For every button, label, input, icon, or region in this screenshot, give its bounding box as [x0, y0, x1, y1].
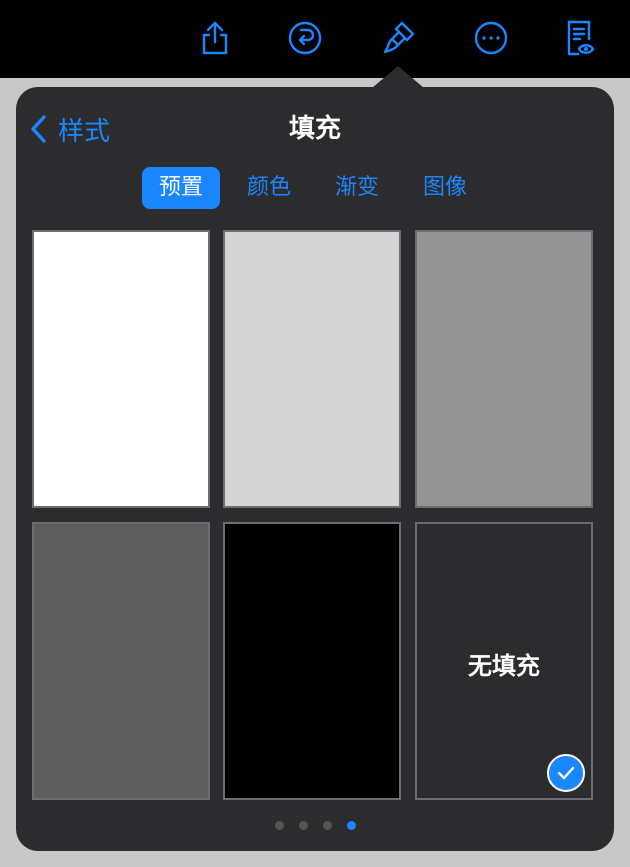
tab-gradient[interactable]: 渐变: [318, 167, 396, 209]
page-dot-active: [346, 821, 356, 830]
popover-title: 填充: [288, 114, 341, 144]
fill-type-tabs: 预置 颜色 渐变 图像: [142, 167, 484, 209]
swatch-black[interactable]: [223, 522, 401, 800]
page-dot: [274, 821, 284, 830]
swatch-light-gray[interactable]: [223, 230, 401, 508]
popover-arrow: [372, 66, 424, 88]
paintbrush-icon: [383, 21, 415, 54]
document-preview-button[interactable]: [555, 14, 603, 62]
undo-button[interactable]: [281, 14, 329, 62]
page-indicator[interactable]: [16, 821, 614, 830]
toolbar: [0, 0, 630, 78]
tab-color[interactable]: 颜色: [230, 167, 308, 209]
selected-badge: [547, 754, 585, 792]
tab-image[interactable]: 图像: [406, 167, 484, 209]
page-dot: [322, 821, 332, 830]
no-fill-label: 无填充: [468, 652, 540, 680]
swatch-white[interactable]: [32, 230, 210, 508]
share-icon: [202, 21, 228, 55]
fill-popover: 样式 填充 预置 颜色 渐变 图像 无填充: [16, 87, 614, 851]
swatch-gray[interactable]: [415, 230, 593, 508]
checkmark-icon: [557, 766, 575, 780]
share-button[interactable]: [191, 14, 239, 62]
page-dot: [298, 821, 308, 830]
more-icon: [474, 21, 508, 55]
format-button[interactable]: [375, 14, 423, 62]
swatch-no-fill[interactable]: 无填充: [415, 522, 593, 800]
undo-icon: [288, 21, 322, 55]
more-button[interactable]: [467, 14, 515, 62]
tab-presets[interactable]: 预置: [142, 167, 221, 209]
swatch-dark-gray[interactable]: [32, 522, 210, 800]
document-preview-icon: [567, 20, 595, 56]
